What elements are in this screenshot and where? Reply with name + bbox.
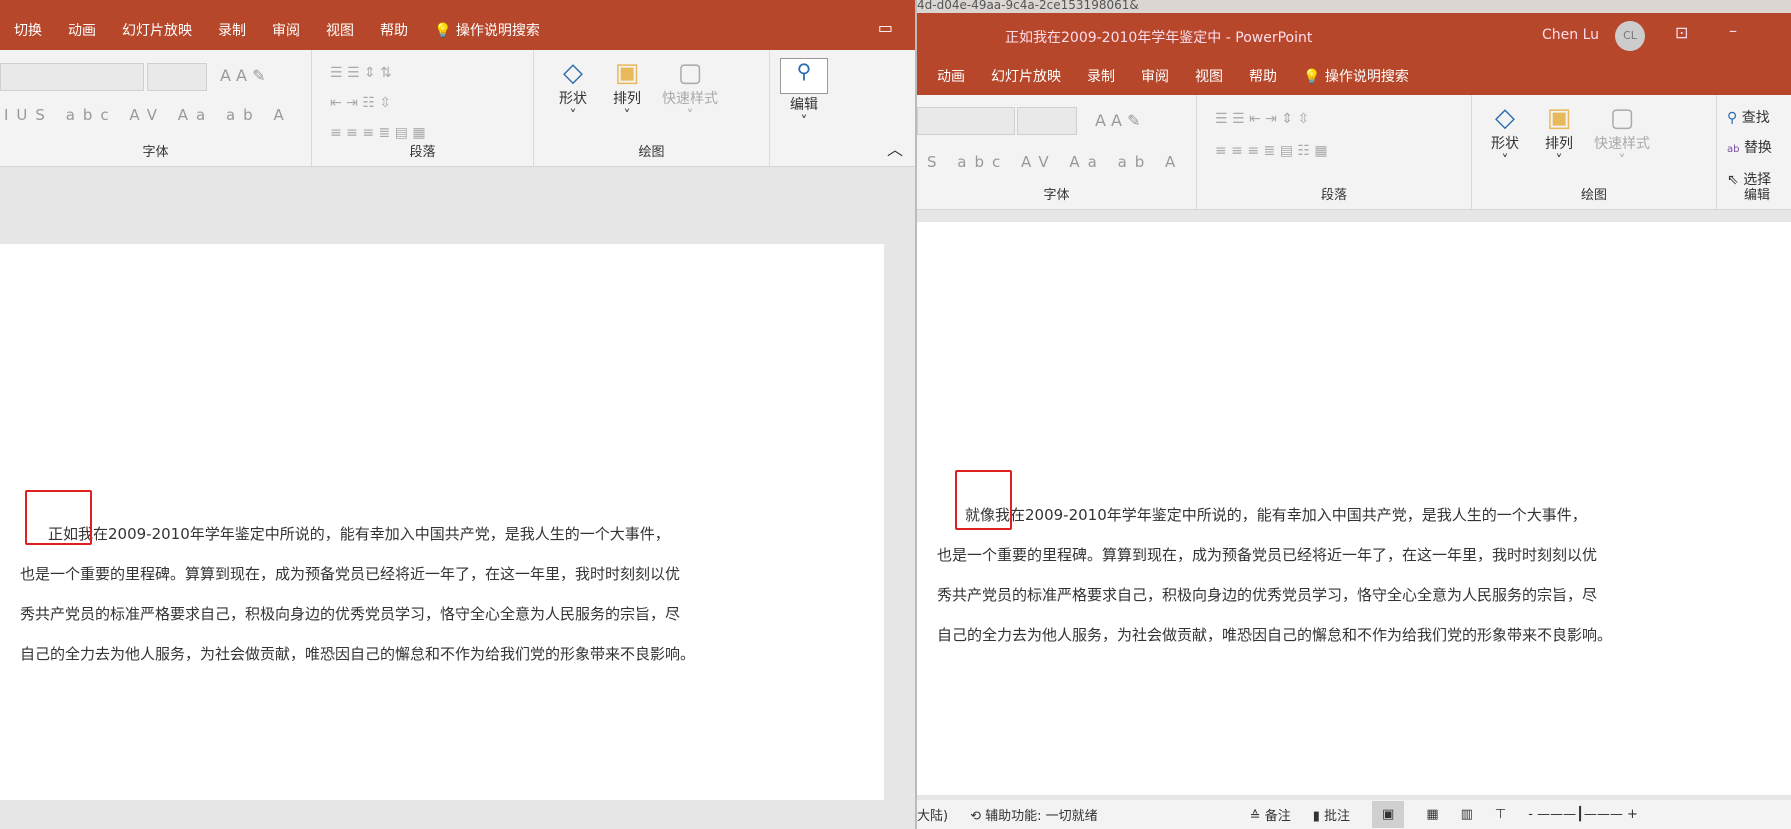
replace-button[interactable]: ab 替换 bbox=[1727, 133, 1772, 165]
right-powerpoint-window: 4d-d04e-49aa-9c4a-2ce153198061& 正如我在2009… bbox=[915, 0, 1791, 829]
tell-me-search[interactable]: 💡 操作说明搜索 bbox=[1303, 66, 1409, 86]
editing-button[interactable]: ⚲ 编辑 ˅ bbox=[780, 58, 828, 130]
font-group: A A ✎ IUS abc AV Aa ab A 字体 bbox=[0, 50, 312, 166]
browser-url-strip: 4d-d04e-49aa-9c4a-2ce153198061& bbox=[917, 0, 1791, 13]
arrange-icon: ▣ bbox=[614, 58, 640, 88]
notes-button[interactable]: ≙ 备注 bbox=[1250, 805, 1291, 824]
status-bar: 大陆) ⟲ 辅助功能: 一切就绪 ≙ 备注 ▮ 批注 ▣ ▦ ▥ ⊤ - ———… bbox=[917, 800, 1791, 829]
arrange-button[interactable]: ▣ 排列 ˅ bbox=[1534, 103, 1584, 169]
drawing-group: ◇ 形状 ˅ ▣ 排列 ˅ ▢ 快速样式 ˅ 绘图 bbox=[534, 50, 770, 166]
title-bar: 切换 动画 幻灯片放映 录制 审阅 视图 帮助 💡 操作说明搜索 ▭ bbox=[0, 0, 915, 50]
font-size-dropdown[interactable] bbox=[147, 63, 207, 91]
font-size-icons[interactable]: A A ✎ bbox=[220, 66, 265, 85]
tell-me-search[interactable]: 💡 操作说明搜索 bbox=[434, 20, 540, 40]
quick-styles-button[interactable]: ▢ 快速样式 ˅ bbox=[652, 58, 728, 124]
reading-view-icon[interactable]: ▥ bbox=[1461, 807, 1473, 822]
paragraph-icons[interactable]: ☰ ☰ ⇤ ⇥ ⇕ ⇳ ≡ ≡ ≡ ≣ ▤ ☷ ▦ bbox=[1215, 103, 1328, 167]
user-name[interactable]: Chen Lu bbox=[1542, 27, 1599, 43]
ribbon-tabs: 动画 幻灯片放映 录制 审阅 视图 帮助 💡 操作说明搜索 bbox=[937, 66, 1409, 86]
ribbon-display-options-icon[interactable]: ⊡ bbox=[1675, 23, 1688, 42]
language-status[interactable]: 大陆) bbox=[917, 805, 948, 824]
paragraph-group: ☰ ☰ ⇤ ⇥ ⇕ ⇳ ≡ ≡ ≡ ≣ ▤ ☷ ▦ 段落 bbox=[1197, 95, 1472, 209]
slide-sorter-icon[interactable]: ▦ bbox=[1426, 807, 1438, 822]
shapes-button[interactable]: ◇ 形状 ˅ bbox=[548, 58, 598, 124]
editing-group-label: 编辑 bbox=[1743, 188, 1770, 203]
ribbon: A A ✎ IUS abc AV Aa ab A 字体 ☰ ☰ ⇕ ⇅ ⇤ ⇥ ☷… bbox=[0, 50, 915, 167]
tab-slideshow[interactable]: 幻灯片放映 bbox=[122, 20, 192, 40]
slide-paragraph[interactable]: 正如我在2009-2010年学年鉴定中所说的，能有幸加入中国共产党，是我人生的一… bbox=[20, 514, 695, 674]
arrange-icon: ▣ bbox=[1546, 103, 1572, 133]
tab-help[interactable]: 帮助 bbox=[380, 20, 408, 40]
collapse-ribbon-icon[interactable]: ︿ bbox=[887, 136, 903, 160]
zoom-slider[interactable]: - ———┃——— + bbox=[1528, 807, 1638, 822]
notes-icon: ≙ bbox=[1249, 809, 1261, 824]
quick-styles-icon: ▢ bbox=[677, 58, 703, 88]
search-icon: ⚲ bbox=[1727, 110, 1738, 126]
font-group-label: 字体 bbox=[1043, 188, 1070, 203]
font-format-icons[interactable]: S abc AV Aa ab A bbox=[927, 153, 1183, 171]
slideshow-icon[interactable]: ⊤ bbox=[1495, 807, 1506, 822]
paragraph-group-label: 段落 bbox=[409, 145, 436, 160]
drawing-group-label: 绘图 bbox=[1580, 188, 1607, 203]
find-button[interactable]: ⚲ 查找 bbox=[1727, 103, 1772, 133]
paragraph-group-label: 段落 bbox=[1320, 188, 1347, 203]
drawing-group-label: 绘图 bbox=[638, 145, 665, 160]
ribbon: A A ✎ S abc AV Aa ab A 字体 ☰ ☰ ⇤ ⇥ ⇕ ⇳ ≡ ≡… bbox=[917, 95, 1791, 210]
highlight-box bbox=[25, 490, 92, 545]
quick-styles-button[interactable]: ▢ 快速样式 ˅ bbox=[1584, 103, 1660, 169]
search-icon: ⚲ bbox=[780, 58, 828, 94]
font-size-dropdown[interactable] bbox=[1017, 107, 1077, 135]
title-bar: 正如我在2009-2010年学年鉴定中 - PowerPoint Chen Lu… bbox=[917, 13, 1791, 95]
font-size-icons[interactable]: A A ✎ bbox=[1095, 111, 1140, 130]
font-group: A A ✎ S abc AV Aa ab A 字体 bbox=[917, 95, 1197, 209]
slide-paragraph[interactable]: 就像我在2009-2010年学年鉴定中所说的，能有幸加入中国共产党，是我人生的一… bbox=[937, 495, 1612, 655]
font-name-dropdown[interactable] bbox=[0, 63, 144, 91]
comment-icon: ▮ bbox=[1312, 809, 1320, 824]
tab-slideshow[interactable]: 幻灯片放映 bbox=[991, 66, 1061, 86]
comments-icon[interactable]: ▭ bbox=[878, 18, 893, 37]
shapes-icon: ◇ bbox=[563, 58, 583, 88]
tab-review[interactable]: 审阅 bbox=[1141, 66, 1169, 86]
ribbon-tabs: 切换 动画 幻灯片放映 录制 审阅 视图 帮助 💡 操作说明搜索 bbox=[14, 20, 540, 40]
tab-record[interactable]: 录制 bbox=[218, 20, 246, 40]
avatar[interactable]: CL bbox=[1615, 21, 1645, 51]
tab-transitions[interactable]: 切换 bbox=[14, 20, 42, 40]
minimize-icon[interactable]: – bbox=[1729, 21, 1737, 40]
slide-canvas[interactable]: 正如我在2009-2010年学年鉴定中所说的，能有幸加入中国共产党，是我人生的一… bbox=[0, 244, 884, 800]
comments-button[interactable]: ▮ 批注 bbox=[1313, 805, 1350, 824]
tab-animations[interactable]: 动画 bbox=[68, 20, 96, 40]
tab-help[interactable]: 帮助 bbox=[1249, 66, 1277, 86]
highlight-box bbox=[955, 470, 1012, 530]
accessibility-icon: ⟲ bbox=[970, 809, 981, 824]
tab-view[interactable]: 视图 bbox=[1195, 66, 1223, 86]
arrange-button[interactable]: ▣ 排列 ˅ bbox=[602, 58, 652, 124]
editing-group: ⚲ 查找 ab 替换 ⇖ 选择 编辑 bbox=[1717, 95, 1791, 209]
lightbulb-icon: 💡 bbox=[434, 23, 452, 39]
tab-animations[interactable]: 动画 bbox=[937, 66, 965, 86]
quick-styles-icon: ▢ bbox=[1609, 103, 1635, 133]
font-group-label: 字体 bbox=[142, 145, 169, 160]
normal-view-icon[interactable]: ▣ bbox=[1372, 801, 1405, 828]
drawing-group: ◇ 形状 ˅ ▣ 排列 ˅ ▢ 快速样式 ˅ 绘图 bbox=[1472, 95, 1717, 209]
replace-icon: ab bbox=[1727, 144, 1740, 155]
paragraph-group: ☰ ☰ ⇕ ⇅ ⇤ ⇥ ☷ ⇳ ≡ ≡ ≡ ≣ ▤ ▦ 段落 bbox=[312, 50, 534, 166]
shapes-icon: ◇ bbox=[1495, 103, 1515, 133]
lightbulb-icon: 💡 bbox=[1303, 69, 1321, 85]
slide-canvas[interactable]: 就像我在2009-2010年学年鉴定中所说的，能有幸加入中国共产党，是我人生的一… bbox=[917, 222, 1791, 795]
shapes-button[interactable]: ◇ 形状 ˅ bbox=[1480, 103, 1530, 169]
paragraph-icons[interactable]: ☰ ☰ ⇕ ⇅ ⇤ ⇥ ☷ ⇳ ≡ ≡ ≡ ≣ ▤ ▦ bbox=[330, 58, 426, 148]
tab-view[interactable]: 视图 bbox=[326, 20, 354, 40]
tab-review[interactable]: 审阅 bbox=[272, 20, 300, 40]
tab-record[interactable]: 录制 bbox=[1087, 66, 1115, 86]
font-format-icons[interactable]: IUS abc AV Aa ab A bbox=[4, 106, 292, 124]
window-title: 正如我在2009-2010年学年鉴定中 - PowerPoint bbox=[1005, 30, 1313, 46]
left-powerpoint-window: 切换 动画 幻灯片放映 录制 审阅 视图 帮助 💡 操作说明搜索 ▭ A A ✎… bbox=[0, 0, 915, 829]
font-name-dropdown[interactable] bbox=[917, 107, 1015, 135]
accessibility-status[interactable]: ⟲ 辅助功能: 一切就绪 bbox=[970, 805, 1098, 824]
